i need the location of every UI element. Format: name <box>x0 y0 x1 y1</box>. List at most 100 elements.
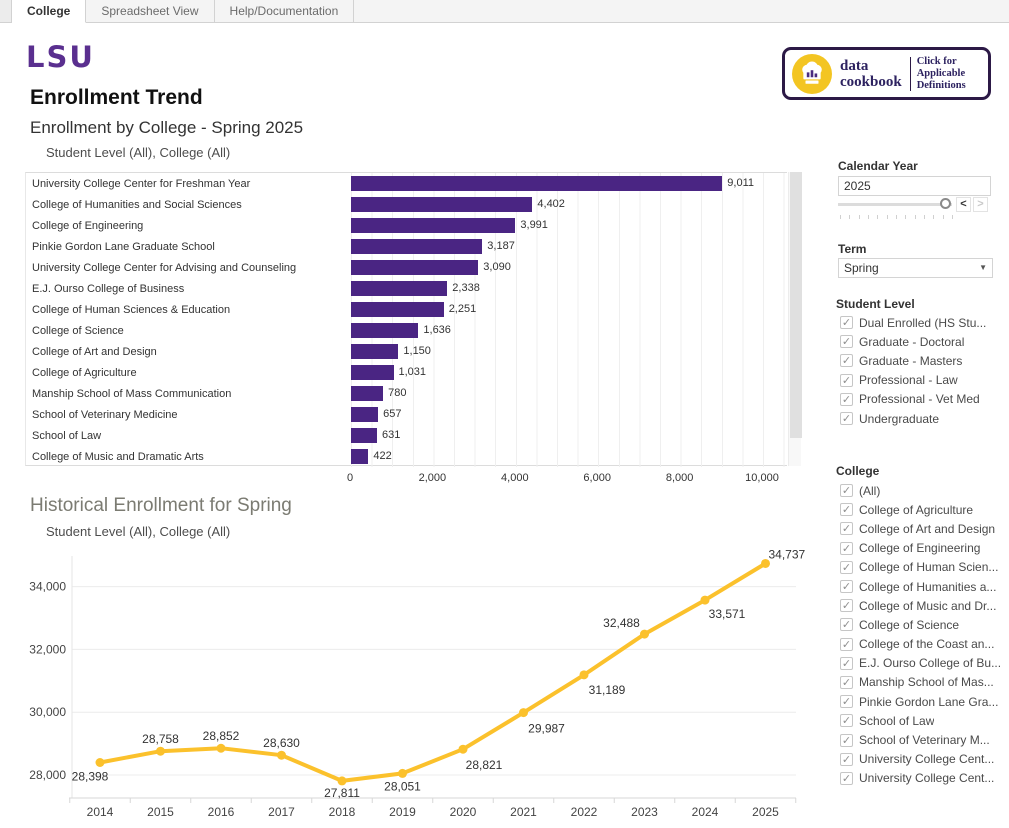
student-level-item: ✓Undergraduate <box>840 409 1009 428</box>
college-checkbox-college-of-the-coast-an[interactable]: ✓ <box>840 638 853 651</box>
lsu-logo: LSU <box>26 40 95 74</box>
college-checkbox-pinkie-gordon-lane-gra[interactable]: ✓ <box>840 695 853 708</box>
student-level-item: ✓Graduate - Doctoral <box>840 332 1009 351</box>
bar-row: College of Science1,636 <box>26 320 787 341</box>
line-point[interactable] <box>338 776 347 785</box>
student-level-checkbox-graduate-masters[interactable]: ✓ <box>840 354 853 367</box>
line-point[interactable] <box>701 596 710 605</box>
college-item: ✓College of Agriculture <box>840 500 1009 519</box>
slider-prev-button[interactable]: < <box>956 197 971 212</box>
line-point[interactable] <box>277 751 286 760</box>
check-icon: ✓ <box>841 543 852 555</box>
checkbox-label: College of Humanities a... <box>859 580 996 594</box>
calendar-year-input[interactable] <box>838 176 991 196</box>
bar[interactable] <box>351 197 532 212</box>
college-checkbox-college-of-human-scien[interactable]: ✓ <box>840 561 853 574</box>
check-icon: ✓ <box>841 375 852 387</box>
college-checkbox-manship-school-of-mas[interactable]: ✓ <box>840 676 853 689</box>
college-checkbox-college-of-engineering[interactable]: ✓ <box>840 542 853 555</box>
x-axis-tick-label: 2024 <box>692 805 719 819</box>
line-point[interactable] <box>459 745 468 754</box>
bar[interactable] <box>351 260 478 275</box>
bar-row: College of Human Sciences & Education2,2… <box>26 299 787 320</box>
bar[interactable] <box>351 365 394 380</box>
bar-chart-x-axis: 02,0004,0006,0008,00010,000 <box>350 472 790 488</box>
college-checkbox-all[interactable]: ✓ <box>840 484 853 497</box>
bar-value-label: 657 <box>383 407 401 422</box>
bar[interactable] <box>351 428 377 443</box>
slider-knob[interactable] <box>940 198 951 209</box>
bar[interactable] <box>351 281 447 296</box>
student-level-checkbox-professional-law[interactable]: ✓ <box>840 374 853 387</box>
college-item: ✓College of Human Scien... <box>840 558 1009 577</box>
y-axis-tick-label: 30,000 <box>29 705 66 719</box>
bar[interactable] <box>351 449 368 464</box>
checkbox-label: College of Music and Dr... <box>859 599 996 613</box>
college-checkbox-college-of-music-and-dr[interactable]: ✓ <box>840 599 853 612</box>
bar-category-label: College of Art and Design <box>26 346 351 358</box>
slider-tick <box>896 215 897 219</box>
data-cookbook-badge[interactable]: data cookbook Click for Applicable Defin… <box>782 47 991 100</box>
x-axis-tick-label: 2015 <box>147 805 174 819</box>
chef-hat-icon <box>792 54 832 94</box>
line-point[interactable] <box>156 747 165 756</box>
college-checkbox-university-college-cent[interactable]: ✓ <box>840 772 853 785</box>
college-checkbox-college-of-science[interactable]: ✓ <box>840 618 853 631</box>
calendar-year-slider[interactable] <box>838 197 952 211</box>
cookbook-divider <box>910 57 911 91</box>
college-checkbox-college-of-humanities-a[interactable]: ✓ <box>840 580 853 593</box>
student-level-checkbox-graduate-doctoral[interactable]: ✓ <box>840 335 853 348</box>
tab-spreadsheet-view[interactable]: Spreadsheet View <box>86 0 214 22</box>
slider-tick <box>924 215 925 219</box>
x-axis-tick-label: 8,000 <box>666 472 694 484</box>
line-point[interactable] <box>519 708 528 717</box>
slider-tick <box>868 215 869 219</box>
college-checkbox-e-j-ourso-college-of-bu[interactable]: ✓ <box>840 657 853 670</box>
bar[interactable] <box>351 344 398 359</box>
check-icon: ✓ <box>841 523 852 535</box>
college-checkbox-school-of-law[interactable]: ✓ <box>840 714 853 727</box>
student-level-checkbox-dual-enrolled-hs-stu[interactable]: ✓ <box>840 316 853 329</box>
point-value-label: 28,398 <box>72 770 109 784</box>
college-checkbox-college-of-agriculture[interactable]: ✓ <box>840 503 853 516</box>
slider-tick <box>905 215 906 219</box>
bar-plot-area: 2,251 <box>351 299 787 320</box>
student-level-checkbox-undergraduate[interactable]: ✓ <box>840 412 853 425</box>
term-dropdown[interactable]: Spring ▼ <box>838 258 993 278</box>
bar-row: College of Art and Design1,150 <box>26 341 787 362</box>
bar[interactable] <box>351 323 418 338</box>
student-level-checkbox-professional-vet-med[interactable]: ✓ <box>840 393 853 406</box>
line-chart-title: Historical Enrollment for Spring <box>30 495 292 517</box>
bar[interactable] <box>351 239 482 254</box>
bar-category-label: University College Center for Freshman Y… <box>26 178 351 190</box>
line-point[interactable] <box>96 758 105 767</box>
college-item: ✓College of the Coast an... <box>840 635 1009 654</box>
slider-tick <box>887 215 888 219</box>
line-point[interactable] <box>398 769 407 778</box>
line-point[interactable] <box>640 630 649 639</box>
college-checkbox-school-of-veterinary-m[interactable]: ✓ <box>840 734 853 747</box>
college-checkbox-college-of-art-and-design[interactable]: ✓ <box>840 522 853 535</box>
bar[interactable] <box>351 386 383 401</box>
college-item: ✓(All) <box>840 481 1009 500</box>
slider-next-button[interactable]: > <box>973 197 988 212</box>
check-icon: ✓ <box>841 619 852 631</box>
college-checkbox-university-college-cent[interactable]: ✓ <box>840 753 853 766</box>
trend-line[interactable] <box>100 564 766 781</box>
slider-track[interactable] <box>838 203 952 206</box>
scrollbar-thumb[interactable] <box>790 172 802 438</box>
bar-chart-scrollbar[interactable] <box>788 172 801 466</box>
check-icon: ✓ <box>841 754 852 766</box>
college-item: ✓College of Art and Design <box>840 519 1009 538</box>
tab-help-documentation[interactable]: Help/Documentation <box>215 0 355 22</box>
bar[interactable] <box>351 302 444 317</box>
line-point[interactable] <box>580 670 589 679</box>
y-axis-tick-label: 32,000 <box>29 642 66 656</box>
check-icon: ✓ <box>841 413 852 425</box>
line-point[interactable] <box>217 744 226 753</box>
bar[interactable] <box>351 407 378 422</box>
tab-college[interactable]: College <box>12 0 86 23</box>
bar-value-label: 4,402 <box>537 197 565 212</box>
bar[interactable] <box>351 176 722 191</box>
bar[interactable] <box>351 218 515 233</box>
